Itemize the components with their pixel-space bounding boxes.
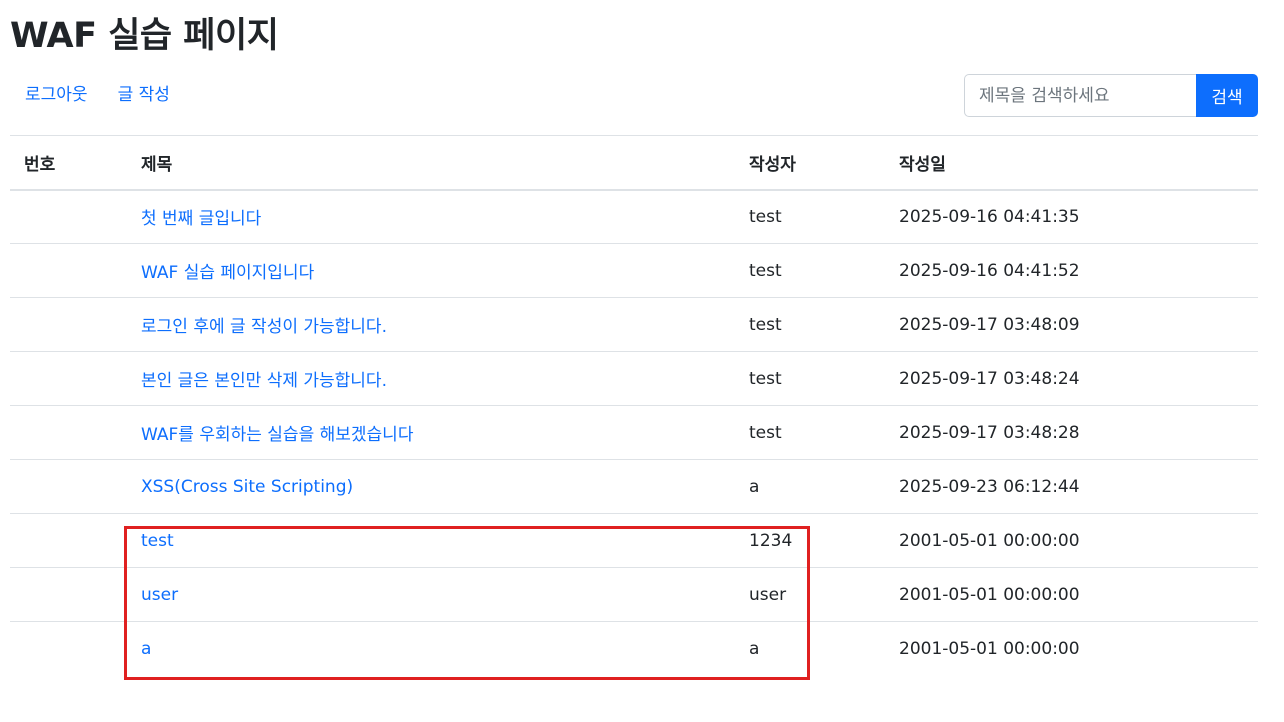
search-input[interactable]: [964, 74, 1196, 117]
header-row: 번호 제목 작성자 작성일: [10, 135, 1258, 190]
table-header: 번호 제목 작성자 작성일: [10, 135, 1258, 190]
cell-author: test: [749, 368, 782, 389]
table-row: WAF를 우회하는 실습을 해보겠습니다 test 2025-09-17 03:…: [10, 406, 1258, 460]
post-title-link[interactable]: a: [141, 639, 151, 659]
cell-number: [10, 244, 127, 298]
cell-title: WAF를 우회하는 실습을 해보겠습니다: [127, 406, 735, 460]
cell-title: a: [127, 622, 735, 676]
cell-author: test: [749, 422, 782, 443]
page-title: WAF 실습 페이지: [10, 16, 279, 56]
top-nav: 로그아웃 글 작성: [10, 78, 185, 112]
cell-title: 첫 번째 글입니다: [127, 190, 735, 244]
cell-title: test: [127, 514, 735, 568]
logout-link[interactable]: 로그아웃: [10, 78, 103, 112]
search-form: 검색: [964, 74, 1258, 117]
post-table: 번호 제목 작성자 작성일 첫 번째 글입니다 test 2025-09-16 …: [10, 135, 1258, 676]
table-row: XSS(Cross Site Scripting) a 2025-09-23 0…: [10, 460, 1258, 514]
post-title-link[interactable]: WAF를 우회하는 실습을 해보겠습니다: [141, 425, 413, 445]
cell-number: [10, 622, 127, 676]
cell-author: test: [749, 314, 782, 335]
table-body: 첫 번째 글입니다 test 2025-09-16 04:41:35 WAF 실…: [10, 190, 1258, 676]
cell-number: [10, 460, 127, 514]
cell-number: [10, 568, 127, 622]
cell-title: 로그인 후에 글 작성이 가능합니다.: [127, 298, 735, 352]
post-title-link[interactable]: user: [141, 585, 178, 605]
post-title-link[interactable]: test: [141, 531, 174, 551]
post-title-link[interactable]: 본인 글은 본인만 삭제 가능합니다.: [141, 371, 387, 391]
header-title: 제목: [141, 154, 173, 175]
cell-date: 2025-09-23 06:12:44: [899, 476, 1080, 497]
table-row: WAF 실습 페이지입니다 test 2025-09-16 04:41:52: [10, 244, 1258, 298]
cell-date: 2025-09-17 03:48:09: [899, 314, 1080, 335]
cell-number: [10, 298, 127, 352]
table-row: 본인 글은 본인만 삭제 가능합니다. test 2025-09-17 03:4…: [10, 352, 1258, 406]
header-date: 작성일: [899, 154, 946, 175]
cell-author: user: [749, 584, 787, 605]
search-button[interactable]: 검색: [1196, 74, 1258, 117]
table-row: 로그인 후에 글 작성이 가능합니다. test 2025-09-17 03:4…: [10, 298, 1258, 352]
cell-number: [10, 352, 127, 406]
cell-author: a: [749, 638, 760, 659]
cell-date: 2025-09-17 03:48:24: [899, 368, 1080, 389]
cell-title: user: [127, 568, 735, 622]
table-row: a a 2001-05-01 00:00:00: [10, 622, 1258, 676]
cell-number: [10, 406, 127, 460]
cell-author: a: [749, 476, 760, 497]
cell-date: 2001-05-01 00:00:00: [899, 530, 1080, 551]
cell-author: test: [749, 260, 782, 281]
cell-date: 2025-09-16 04:41:35: [899, 206, 1080, 227]
table-row: user user 2001-05-01 00:00:00: [10, 568, 1258, 622]
cell-date: 2001-05-01 00:00:00: [899, 584, 1080, 605]
cell-author: test: [749, 206, 782, 227]
table-row: 첫 번째 글입니다 test 2025-09-16 04:41:35: [10, 190, 1258, 244]
cell-title: WAF 실습 페이지입니다: [127, 244, 735, 298]
page: WAF 실습 페이지 로그아웃 글 작성 검색 번호 제목 작성자 작성일 첫 …: [0, 0, 1284, 722]
post-title-link[interactable]: 첫 번째 글입니다: [141, 209, 261, 229]
post-title-link[interactable]: WAF 실습 페이지입니다: [141, 263, 314, 283]
cell-author: 1234: [749, 530, 793, 551]
post-title-link[interactable]: XSS(Cross Site Scripting): [141, 477, 353, 497]
table-row: test 1234 2001-05-01 00:00:00: [10, 514, 1258, 568]
cell-date: 2025-09-16 04:41:52: [899, 260, 1080, 281]
header-author: 작성자: [749, 154, 796, 175]
cell-date: 2001-05-01 00:00:00: [899, 638, 1080, 659]
cell-title: XSS(Cross Site Scripting): [127, 460, 735, 514]
post-title-link[interactable]: 로그인 후에 글 작성이 가능합니다.: [141, 317, 387, 337]
header-number: 번호: [24, 154, 56, 175]
cell-date: 2025-09-17 03:48:28: [899, 422, 1080, 443]
write-post-link[interactable]: 글 작성: [103, 78, 185, 112]
cell-title: 본인 글은 본인만 삭제 가능합니다.: [127, 352, 735, 406]
cell-number: [10, 190, 127, 244]
cell-number: [10, 514, 127, 568]
